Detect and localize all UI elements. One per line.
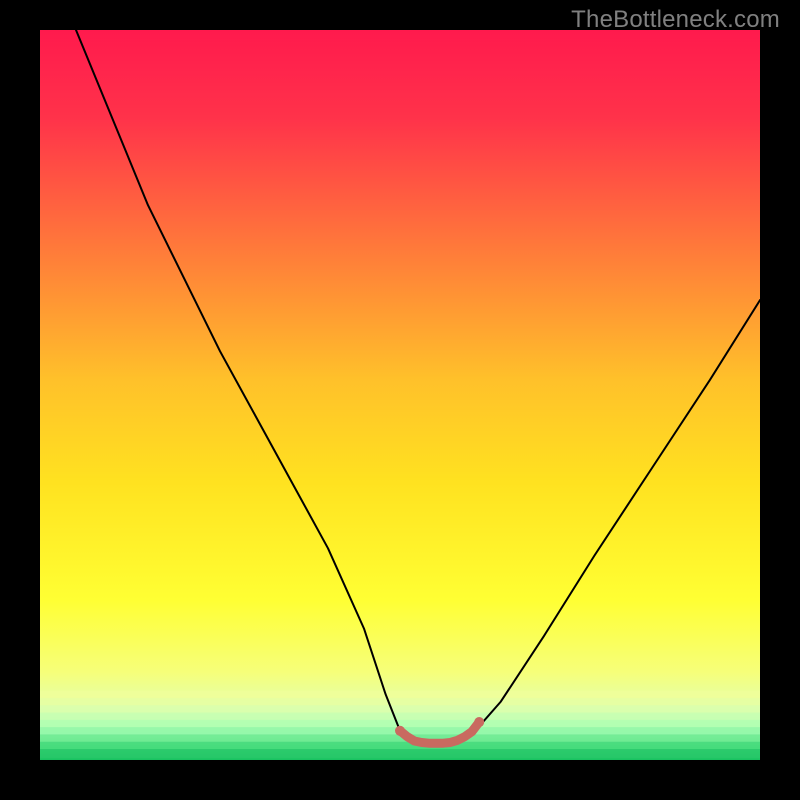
chart-frame: TheBottleneck.com <box>0 0 800 800</box>
curve-endpoint-marker <box>395 726 405 736</box>
curve-endpoint-marker <box>474 717 484 727</box>
bottleneck-chart <box>40 30 760 760</box>
plot-area <box>40 30 760 760</box>
